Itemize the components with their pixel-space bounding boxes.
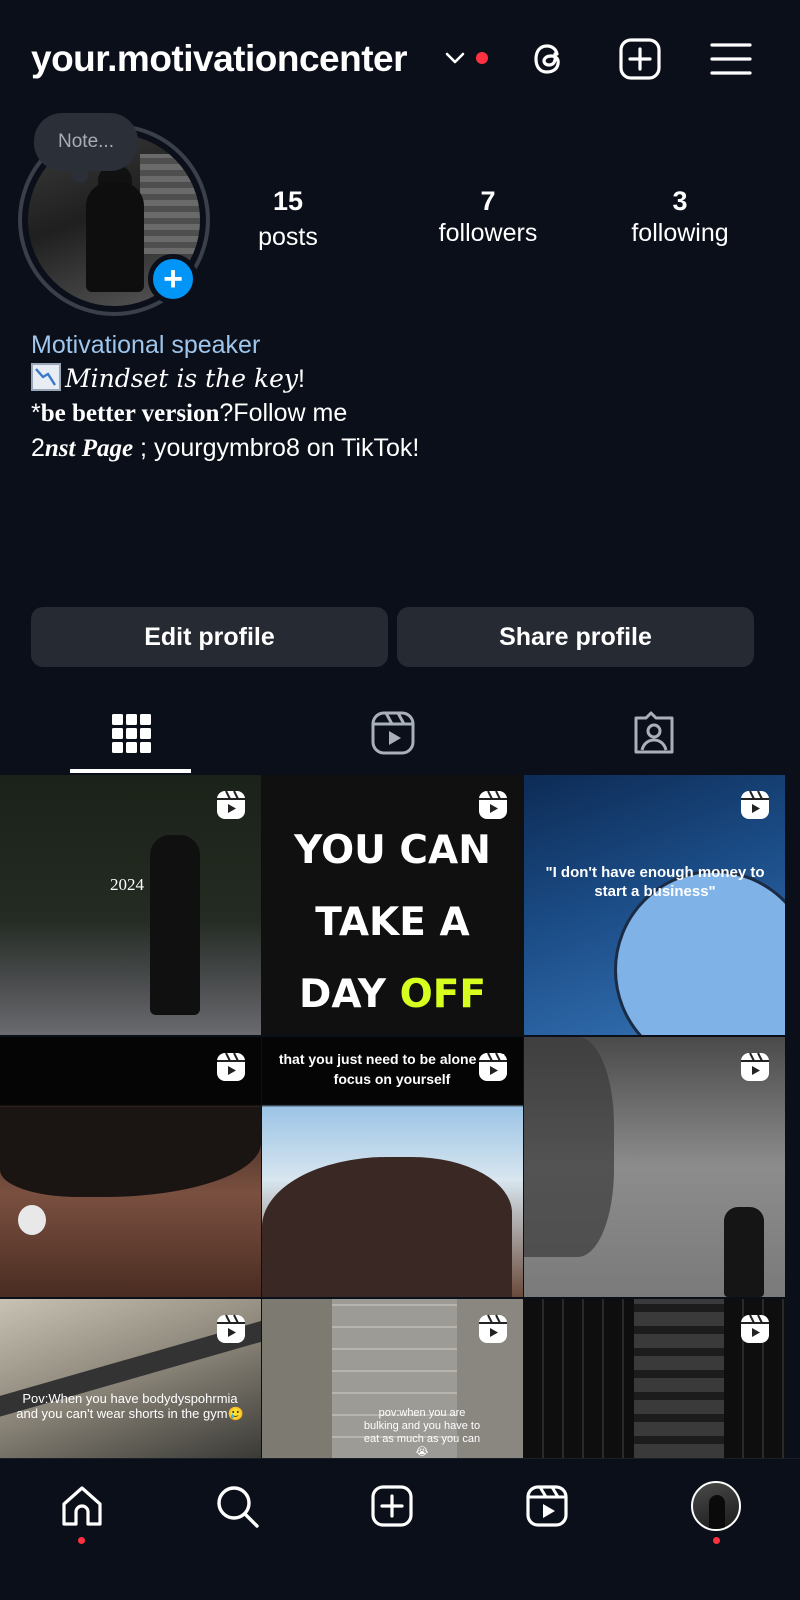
grid-post[interactable]: "I don't have enough money to start a bu…	[524, 775, 785, 1035]
search-icon[interactable]	[213, 1482, 261, 1530]
add-story-button[interactable]: +	[148, 254, 198, 304]
bio-line-3: 2nst Page ; yourgymbro8 on TikTok!	[31, 434, 420, 462]
create-icon[interactable]	[618, 37, 662, 81]
home-icon[interactable]	[58, 1482, 106, 1530]
chart-decreasing-icon	[31, 363, 61, 391]
reel-badge-icon	[215, 1313, 247, 1345]
notification-dot	[476, 52, 488, 64]
active-tab-indicator	[70, 769, 191, 773]
reel-badge-icon	[739, 1313, 771, 1345]
tagged-icon[interactable]	[629, 708, 679, 758]
reel-badge-icon	[215, 1051, 247, 1083]
grid-post[interactable]	[524, 1037, 785, 1297]
grid-post[interactable]: YOU CAN TAKE A DAY OFF	[262, 775, 523, 1035]
create-icon[interactable]	[368, 1482, 416, 1530]
home-notification-dot	[78, 1537, 85, 1544]
account-username[interactable]: your.motivationcenter	[31, 38, 408, 80]
posts-count[interactable]: 15 posts	[248, 186, 328, 252]
grid-icon[interactable]	[106, 708, 156, 758]
grid-post[interactable]	[0, 1037, 261, 1297]
bio-line-1: Mindset is the key!	[31, 362, 771, 396]
reel-badge-icon	[477, 1051, 509, 1083]
reels-icon[interactable]	[523, 1482, 571, 1530]
edit-profile-button[interactable]: Edit profile	[31, 607, 388, 667]
bio: Motivational speaker Mindset is the key!…	[31, 328, 771, 466]
reels-icon[interactable]	[368, 708, 418, 758]
reel-badge-icon	[477, 1313, 509, 1345]
grid-post[interactable]: pov:when you are bulking and you have to…	[262, 1299, 523, 1458]
grid-post[interactable]: that you just need to be alone and focus…	[262, 1037, 523, 1297]
top-bar: your.motivationcenter	[0, 0, 800, 120]
followers-count[interactable]: 7 followers	[418, 186, 558, 248]
reel-badge-icon	[215, 789, 247, 821]
profile-notification-dot	[713, 1537, 720, 1544]
grid-post[interactable]: 2024	[0, 775, 261, 1035]
reel-badge-icon	[739, 1051, 771, 1083]
grid-post[interactable]: Pov:When you have bodydyspohrmia and you…	[0, 1299, 261, 1458]
chevron-down-icon[interactable]	[444, 50, 466, 66]
profile-avatar-nav[interactable]	[691, 1481, 741, 1531]
reel-badge-icon	[477, 789, 509, 821]
following-count[interactable]: 3 following	[605, 186, 755, 248]
grid-post[interactable]	[524, 1299, 785, 1458]
threads-icon[interactable]	[527, 37, 571, 81]
note-placeholder: Note...	[58, 131, 114, 152]
menu-icon[interactable]	[709, 37, 753, 81]
note-bubble[interactable]: Note...	[34, 113, 138, 183]
reel-badge-icon	[739, 789, 771, 821]
bio-line-2: *be better version?Follow me	[31, 399, 348, 427]
share-profile-button[interactable]: Share profile	[397, 607, 754, 667]
category-label: Motivational speaker	[31, 331, 261, 359]
